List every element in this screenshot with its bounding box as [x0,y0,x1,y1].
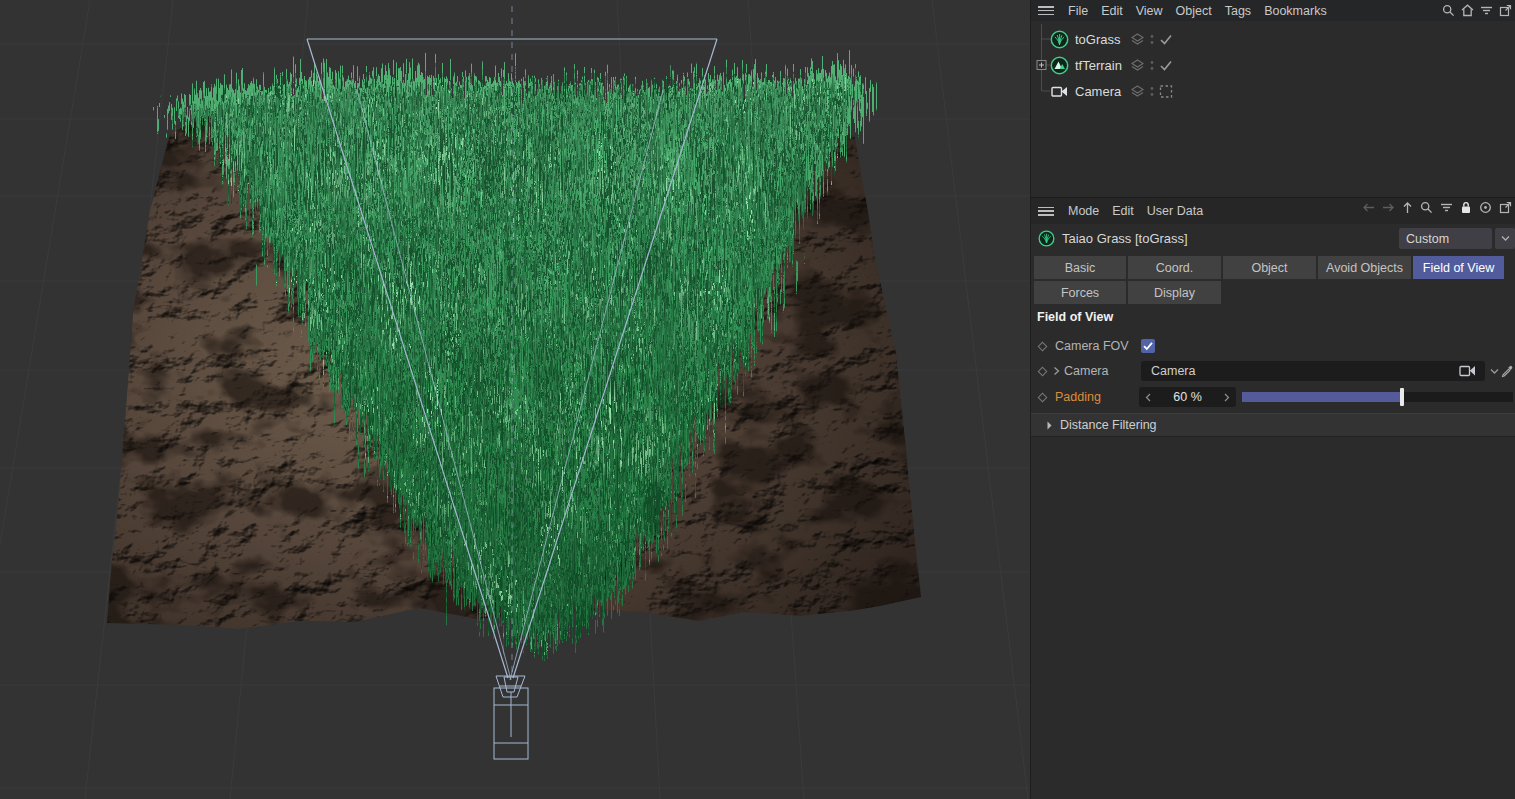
tab-field-of-view[interactable]: Field of View [1413,256,1504,279]
padding-slider-fill [1242,392,1401,402]
om-row-tfterrain[interactable]: tfTerrain [1031,52,1515,78]
am-object-title: Taiao Grass [toGrass] [1062,231,1188,246]
camera-icon[interactable] [1459,364,1477,378]
attribute-manager: Mode Edit User Data [1031,197,1515,799]
param-diamond-icon[interactable] [1038,392,1048,402]
camera-fov-label: Camera FOV [1055,339,1129,353]
layer-tag-icon[interactable] [1130,58,1145,73]
param-diamond-icon[interactable] [1038,341,1048,351]
am-menu-mode[interactable]: Mode [1068,204,1099,218]
om-row-camera[interactable]: Camera [1031,78,1515,104]
camera-link-field[interactable]: Camera [1141,361,1485,381]
grass-object-icon [1050,30,1069,49]
padding-value[interactable]: 60 % [1151,390,1224,404]
padding-stepper[interactable]: 60 % [1139,387,1236,407]
camera-link-value: Camera [1151,364,1195,378]
search-icon[interactable] [1420,201,1433,214]
param-diamond-icon[interactable] [1038,366,1048,376]
am-menu-userdata[interactable]: User Data [1147,204,1203,218]
visibility-dots-icon[interactable] [1149,85,1155,98]
am-menu-edit[interactable]: Edit [1112,204,1134,218]
grass-object-icon [1038,230,1055,247]
om-hamburger-icon[interactable] [1038,6,1054,15]
om-menubar: File Edit View Object Tags Bookmarks [1031,0,1515,21]
tab-avoid-objects[interactable]: Avoid Objects [1318,256,1411,279]
row-camera-fov: Camera FOV [1031,333,1515,359]
tab-object[interactable]: Object [1223,256,1316,279]
visibility-dots-icon[interactable] [1149,33,1155,46]
camera-label: Camera [1064,364,1108,378]
pop-out-icon[interactable] [1499,201,1512,214]
eyedropper-icon[interactable] [1501,365,1514,378]
chevron-down-icon [1501,235,1510,242]
section-distance-filtering[interactable]: Distance Filtering [1031,413,1515,437]
up-arrow-icon[interactable] [1402,201,1413,214]
search-icon[interactable] [1442,4,1455,17]
chevron-down-icon[interactable] [1490,368,1499,375]
camera-fov-checkbox[interactable] [1141,339,1155,353]
preset-chevron[interactable] [1495,228,1515,249]
om-menu-object[interactable]: Object [1176,4,1212,18]
render-dots-icon[interactable] [1159,85,1173,98]
object-manager: File Edit View Object Tags Bookmarks [1031,0,1515,197]
tab-coord[interactable]: Coord. [1128,256,1221,279]
filter-icon[interactable] [1440,201,1453,214]
back-arrow-icon[interactable] [1362,202,1375,213]
enabled-check-icon[interactable] [1159,59,1173,72]
forward-arrow-icon[interactable] [1382,202,1395,213]
tab-display[interactable]: Display [1128,281,1221,304]
stepper-right-icon[interactable] [1224,393,1230,402]
pop-out-icon[interactable] [1499,4,1512,17]
padding-label: Padding [1055,390,1101,404]
om-object-label[interactable]: tfTerrain [1075,58,1122,73]
right-panel: File Edit View Object Tags Bookmarks [1030,0,1515,799]
om-menu-bookmarks[interactable]: Bookmarks [1264,4,1327,18]
row-padding: Padding 60 % [1031,384,1515,410]
layer-tag-icon[interactable] [1130,84,1145,99]
om-object-label[interactable]: toGrass [1075,32,1121,47]
am-hamburger-icon[interactable] [1038,207,1054,216]
om-menu-tags[interactable]: Tags [1225,4,1251,18]
om-menu-file[interactable]: File [1068,4,1088,18]
viewport-3d[interactable] [0,0,1030,799]
padding-slider[interactable] [1242,392,1513,402]
terrain-object-icon [1050,56,1069,75]
target-icon[interactable] [1479,201,1492,214]
row-camera: Camera Camera [1031,358,1515,384]
layer-tag-icon[interactable] [1130,32,1145,47]
home-icon[interactable] [1461,4,1474,17]
tab-forces[interactable]: Forces [1034,281,1126,304]
enabled-check-icon[interactable] [1159,33,1173,46]
collapsed-triangle-icon [1047,421,1052,430]
distance-filtering-label: Distance Filtering [1060,418,1157,432]
om-menu-view[interactable]: View [1136,4,1163,18]
section-title-field-of-view: Field of View [1037,310,1113,324]
lock-icon[interactable] [1460,201,1472,214]
camera-object-icon [1050,82,1069,101]
tab-basic[interactable]: Basic [1034,256,1126,279]
expand-chevron-icon[interactable] [1053,366,1060,376]
visibility-dots-icon[interactable] [1149,59,1155,72]
padding-slider-handle[interactable] [1400,388,1404,406]
filter-icon[interactable] [1480,4,1493,17]
preset-dropdown[interactable]: Custom [1399,228,1492,249]
om-object-label[interactable]: Camera [1075,84,1121,99]
om-row-tograss[interactable]: toGrass [1031,26,1515,52]
om-menu-edit[interactable]: Edit [1101,4,1123,18]
am-menubar: Mode Edit User Data [1031,197,1515,224]
check-icon [1141,339,1155,353]
om-object-list: toGrass tfTerrain [1031,21,1515,197]
